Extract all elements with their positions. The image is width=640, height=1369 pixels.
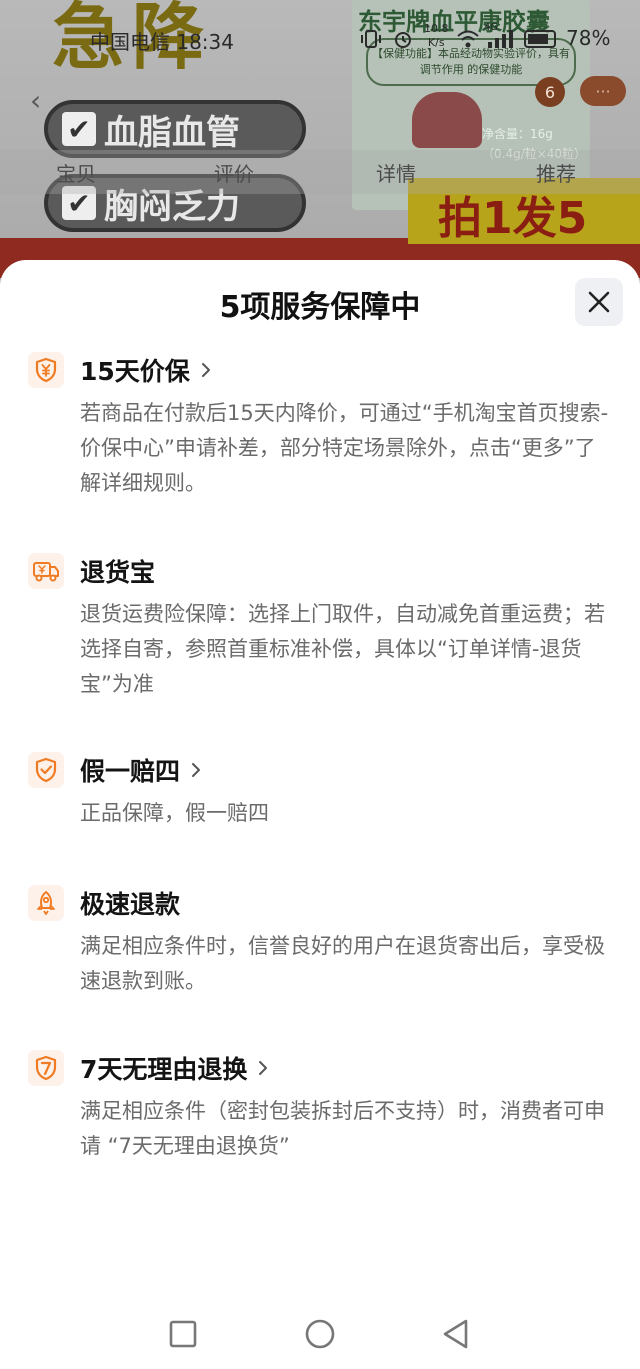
chevron-right-icon	[201, 363, 210, 377]
service-item-desc: 正品保障，假一赔四	[80, 801, 269, 825]
service-item-title: 极速退款	[80, 890, 181, 919]
service-item-desc: 退货运费险保障：选择上门取件，自动减免首重运费；若选择自寄，参照首重标准补偿，具…	[80, 602, 605, 696]
close-icon	[588, 291, 610, 313]
service-item-title: 退货宝	[80, 558, 156, 587]
service-item-title: 假一赔四	[80, 752, 206, 788]
network-speed: 10.8 K/s	[424, 22, 449, 49]
tab-item: 宝贝	[56, 162, 96, 186]
alarm-icon	[395, 32, 411, 48]
tab-detail: 详情	[376, 162, 416, 186]
battery-icon	[524, 30, 556, 48]
recent-apps-button[interactable]	[163, 1314, 203, 1354]
sheet-title: 5项服务保障中	[219, 290, 421, 325]
home-button[interactable]	[300, 1314, 340, 1354]
service-item-desc: 满足相应条件（密封包装拆封后不支持）时，消费者可申请 “7天无理由退换货”	[80, 1099, 605, 1158]
check-shield-icon	[28, 752, 64, 788]
more-icon: ···	[580, 76, 626, 106]
signal-icon	[488, 30, 513, 48]
wifi-icon	[457, 30, 479, 48]
chevron-right-icon	[259, 1061, 268, 1075]
product-tabs: 宝贝 评价 详情 推荐	[0, 150, 640, 194]
vibrate-icon	[361, 30, 381, 48]
service-item-desc: 若商品在付款后15天内降价，可通过“手机淘宝首页搜索-价保中心”申请补差，部分特…	[80, 401, 609, 495]
back-button[interactable]	[436, 1314, 476, 1354]
service-item-title: 7天无理由退换	[80, 1050, 273, 1086]
cart-count-badge: 6	[535, 77, 565, 107]
service-item-desc: 满足相应条件时，信誉良好的用户在退货寄出后，享受极速退款到账。	[80, 934, 605, 993]
carrier-time: 中国电信 18:34	[90, 30, 234, 54]
battery-percent: 78%	[566, 26, 611, 50]
tab-review: 评价	[214, 162, 254, 186]
return-truck-icon	[28, 553, 64, 589]
product-illustration	[412, 92, 482, 148]
seven-badge-icon	[28, 1050, 64, 1086]
checkbox-icon: ✔	[62, 112, 96, 146]
rocket-icon	[28, 885, 64, 921]
back-icon: ‹	[30, 84, 42, 117]
tab-recommend: 推荐	[536, 162, 576, 186]
product-page-background: 急降 ✔ 血脂血管 ✔ 胸闷乏力 东宇牌血平康胶囊 【保健功能】本品经动物实验评…	[0, 0, 640, 300]
chevron-right-icon	[192, 763, 201, 777]
yuan-shield-icon	[28, 352, 64, 388]
close-button[interactable]	[575, 278, 623, 326]
status-bar: 中国电信 18:34 10.8 K/s 4G 78%	[0, 22, 640, 56]
service-guarantee-sheet: 5项服务保障中 15天价保 若商品在付款后15天内降价，可通过“手机淘宝首页搜索…	[0, 260, 640, 1369]
system-nav-bar	[0, 1300, 640, 1369]
service-item-title: 15天价保	[80, 352, 216, 388]
